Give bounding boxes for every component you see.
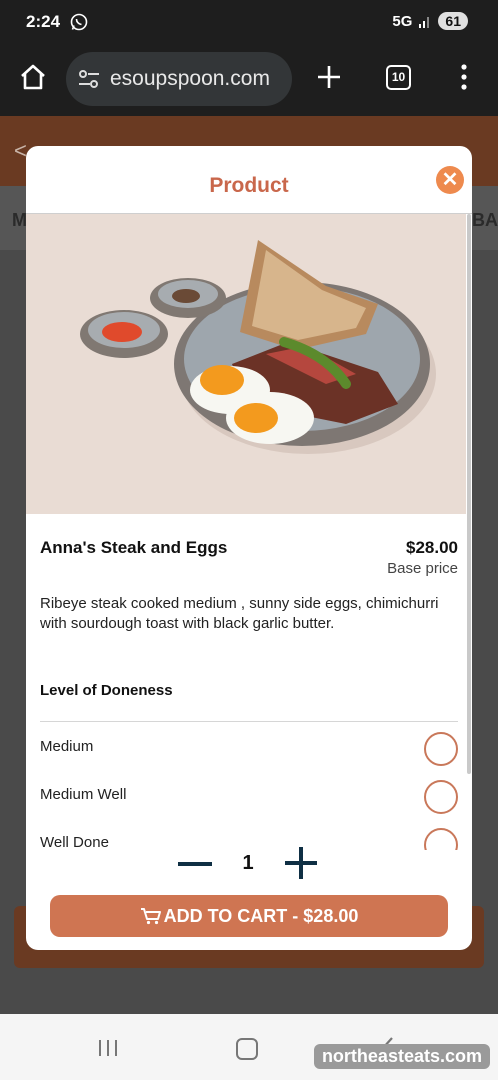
quantity-stepper: 1 [26,846,472,896]
system-home-icon[interactable] [236,1038,258,1060]
product-image [26,214,466,514]
backdrop-tab-right: BA [472,210,498,230]
option-divider [40,721,458,722]
product-description: Ribeye steak cooked medium , sunny side … [40,595,439,632]
option-group-heading: Level of Doneness [40,682,173,699]
status-indicators: 5G 61 [392,12,468,30]
browser-toolbar: esoupspoon.com 10 [0,44,498,116]
cart-icon [140,908,161,925]
product-price: $28.00 [406,538,458,557]
option-label: Medium [40,738,94,755]
system-nav-bar: northeasteats.com [0,1014,498,1080]
decrease-quantity-button[interactable] [178,862,212,866]
recent-apps-icon[interactable] [97,1038,119,1058]
home-icon[interactable] [18,62,48,92]
url-text[interactable]: esoupspoon.com [110,67,286,91]
add-to-cart-label: ADD TO CART - $28.00 [163,905,359,926]
close-button[interactable]: ✕ [436,166,464,194]
price-note: Base price [387,560,458,577]
option-medium-well[interactable]: Medium Well [40,780,458,820]
option-medium[interactable]: Medium [40,732,458,772]
modal-title: Product [209,174,289,197]
watermark: northeasteats.com [313,1044,490,1069]
status-time: 2:24 [26,12,61,31]
signal-icon [419,17,430,28]
product-name: Anna's Steak and Eggs [40,538,228,557]
network-label: 5G [392,12,413,30]
site-settings-icon[interactable] [78,69,100,89]
tab-switcher-button[interactable]: 10 [386,65,411,90]
product-modal: Product ✕ Anna's Steak and Eggs $28.00 B… [26,146,472,950]
modal-scroll-area[interactable]: Anna's Steak and Eggs $28.00 Base price … [26,214,472,850]
add-to-cart-button[interactable]: ADD TO CART - $28.00 [50,895,448,937]
status-bar: 2:24 5G 61 [0,0,498,44]
backdrop-back-icon: < [14,138,27,163]
option-label: Medium Well [40,786,127,803]
battery-badge: 61 [438,12,468,30]
quantity-value: 1 [242,852,254,874]
new-tab-icon[interactable] [316,64,342,90]
option-radio[interactable] [424,780,458,814]
modal-header: Product ✕ [26,146,472,214]
whatsapp-icon [70,13,88,31]
option-radio[interactable] [424,732,458,766]
more-menu-icon[interactable] [461,63,467,91]
increase-quantity-button[interactable] [284,846,318,880]
scrollbar[interactable] [467,214,471,774]
backdrop-tab-left: M [12,210,27,230]
address-bar[interactable]: esoupspoon.com [66,52,292,106]
